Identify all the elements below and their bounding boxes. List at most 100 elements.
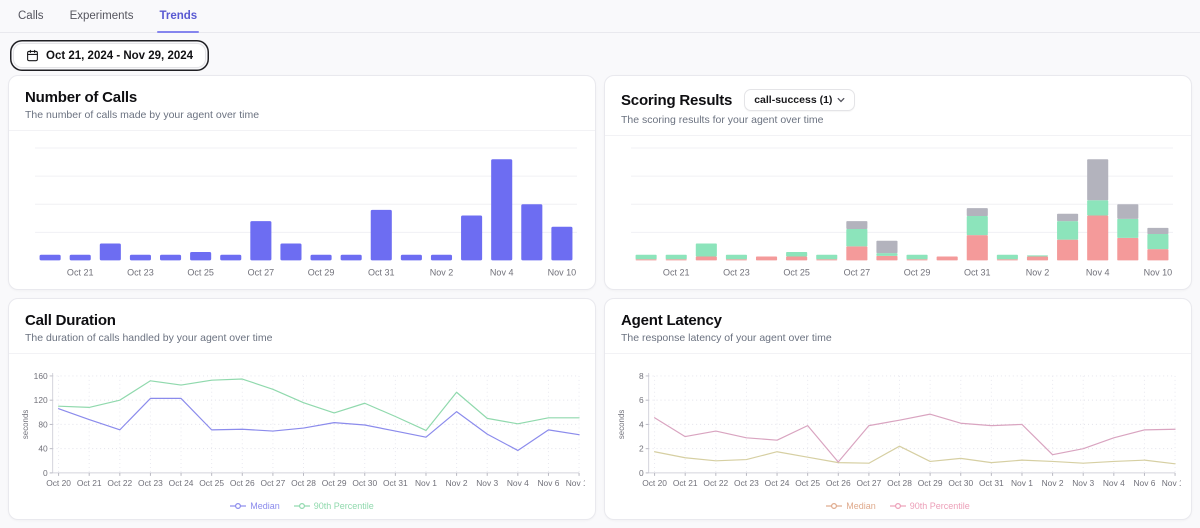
scoring-results-stacked-bar-chart: Oct 21Oct 23Oct 25Oct 27Oct 29Oct 31Nov … [615, 142, 1181, 285]
number-of-calls-bar-chart: Oct 21 Oct 23 Oct 25 Oct 27 Oct 29 Oct 31 Nov … [19, 142, 585, 285]
svg-text:Nov 6: Nov 6 [537, 478, 559, 488]
svg-text:Oct 28: Oct 28 [887, 478, 912, 488]
svg-text:Oct 22: Oct 22 [107, 478, 132, 488]
tab-trends[interactable]: Trends [159, 0, 197, 32]
svg-text:Nov 1: Nov 1 [415, 478, 437, 488]
svg-text:Oct 29: Oct 29 [308, 267, 335, 277]
svg-text:Oct 29: Oct 29 [904, 267, 931, 277]
svg-text:Oct 30: Oct 30 [352, 478, 377, 488]
svg-text:6: 6 [639, 396, 644, 406]
svg-text:Oct 23: Oct 23 [127, 267, 154, 277]
svg-text:Nov 1: Nov 1 [1011, 478, 1033, 488]
panel-title: Call Duration [25, 312, 579, 329]
svg-text:Oct 23: Oct 23 [138, 478, 163, 488]
svg-text:120: 120 [34, 396, 48, 406]
svg-text:Oct 30: Oct 30 [948, 478, 973, 488]
tab-experiments[interactable]: Experiments [70, 0, 134, 32]
svg-text:40: 40 [38, 444, 48, 454]
svg-text:80: 80 [38, 420, 48, 430]
svg-text:Oct 29: Oct 29 [918, 478, 943, 488]
call-duration-line-chart: 0 40 80 120 160 Oct 20 Oct 21 Oct 22 Oct 23 Oct 2… [19, 370, 585, 500]
svg-text:Oct 31: Oct 31 [979, 478, 1004, 488]
svg-text:Oct 26: Oct 26 [230, 478, 255, 488]
svg-text:Oct 31: Oct 31 [383, 478, 408, 488]
svg-text:Nov 3: Nov 3 [476, 478, 498, 488]
svg-text:Oct 25: Oct 25 [199, 478, 224, 488]
tab-calls[interactable]: Calls [18, 0, 44, 32]
svg-text:Nov 4: Nov 4 [490, 267, 514, 277]
svg-text:Oct 20: Oct 20 [46, 478, 71, 488]
legend-line-marker-icon [230, 502, 246, 510]
scorer-filter-dropdown[interactable]: call-success (1) [744, 89, 855, 111]
svg-text:Oct 27: Oct 27 [844, 267, 871, 277]
legend-label: 90th Percentile [910, 501, 970, 511]
panel-call-duration: Call Duration The duration of calls hand… [8, 298, 596, 520]
svg-text:Oct 29: Oct 29 [322, 478, 347, 488]
svg-text:Oct 21: Oct 21 [67, 267, 94, 277]
svg-text:Nov 2: Nov 2 [1026, 267, 1050, 277]
svg-text:Nov 10: Nov 10 [566, 478, 585, 488]
svg-text:Oct 21: Oct 21 [663, 267, 690, 277]
panel-agent-latency: Agent Latency The response latency of yo… [604, 298, 1192, 520]
svg-text:Oct 25: Oct 25 [795, 478, 820, 488]
legend-item-median: Median [826, 501, 876, 511]
svg-text:Nov 4: Nov 4 [1103, 478, 1125, 488]
call-duration-legend: Median 90th Percentile [19, 500, 585, 514]
svg-text:Oct 22: Oct 22 [703, 478, 728, 488]
svg-text:Oct 21: Oct 21 [673, 478, 698, 488]
panel-subtitle: The number of calls made by your agent o… [25, 109, 579, 121]
chevron-down-icon [837, 96, 845, 104]
svg-text:seconds: seconds [617, 410, 626, 439]
legend-label: Median [250, 501, 280, 511]
scorer-filter-label: call-success (1) [754, 94, 832, 106]
calendar-icon [26, 49, 39, 62]
svg-text:seconds: seconds [21, 410, 30, 439]
legend-item-90th-percentile: 90th Percentile [890, 501, 970, 511]
svg-text:Oct 27: Oct 27 [248, 267, 275, 277]
svg-text:Oct 24: Oct 24 [169, 478, 194, 488]
svg-text:Nov 10: Nov 10 [1144, 267, 1173, 277]
svg-text:Nov 2: Nov 2 [430, 267, 454, 277]
svg-text:Oct 20: Oct 20 [642, 478, 667, 488]
svg-text:Nov 6: Nov 6 [1133, 478, 1155, 488]
svg-text:0: 0 [43, 468, 48, 478]
svg-text:Oct 27: Oct 27 [857, 478, 882, 488]
panel-subtitle: The duration of calls handled by your ag… [25, 332, 579, 344]
svg-text:Oct 21: Oct 21 [77, 478, 102, 488]
svg-text:Oct 31: Oct 31 [964, 267, 991, 277]
svg-text:Nov 3: Nov 3 [1072, 478, 1094, 488]
svg-text:Oct 31: Oct 31 [368, 267, 395, 277]
svg-text:Oct 23: Oct 23 [723, 267, 750, 277]
legend-item-90th-percentile: 90th Percentile [294, 501, 374, 511]
charts-grid: Number of Calls The number of calls made… [0, 75, 1200, 528]
svg-text:2: 2 [639, 444, 644, 454]
tab-bar: Calls Experiments Trends [0, 0, 1200, 33]
panel-number-of-calls: Number of Calls The number of calls made… [8, 75, 596, 290]
panel-subtitle: The response latency of your agent over … [621, 332, 1175, 344]
svg-text:Nov 10: Nov 10 [548, 267, 577, 277]
svg-text:Oct 28: Oct 28 [291, 478, 316, 488]
svg-text:160: 160 [34, 371, 48, 381]
svg-text:Oct 27: Oct 27 [261, 478, 286, 488]
legend-line-marker-icon [826, 502, 842, 510]
svg-text:Nov 4: Nov 4 [507, 478, 529, 488]
panel-title: Scoring Results [621, 92, 732, 109]
svg-text:Nov 4: Nov 4 [1086, 267, 1110, 277]
svg-text:Nov 10: Nov 10 [1162, 478, 1181, 488]
panel-subtitle: The scoring results for your agent over … [621, 114, 1175, 126]
date-range-label: Oct 21, 2024 - Nov 29, 2024 [46, 50, 193, 62]
legend-item-median: Median [230, 501, 280, 511]
date-range-button[interactable]: Oct 21, 2024 - Nov 29, 2024 [13, 43, 206, 68]
panel-title: Agent Latency [621, 312, 1175, 329]
svg-text:4: 4 [639, 420, 644, 430]
legend-label: 90th Percentile [314, 501, 374, 511]
agent-latency-legend: Median 90th Percentile [615, 500, 1181, 514]
svg-text:8: 8 [639, 371, 644, 381]
svg-text:Oct 25: Oct 25 [187, 267, 214, 277]
svg-text:Oct 26: Oct 26 [826, 478, 851, 488]
svg-text:Nov 2: Nov 2 [1042, 478, 1064, 488]
svg-text:Nov 2: Nov 2 [446, 478, 468, 488]
svg-text:0: 0 [639, 468, 644, 478]
svg-text:Oct 24: Oct 24 [765, 478, 790, 488]
panel-scoring-results: Scoring Results call-success (1) The sco… [604, 75, 1192, 290]
